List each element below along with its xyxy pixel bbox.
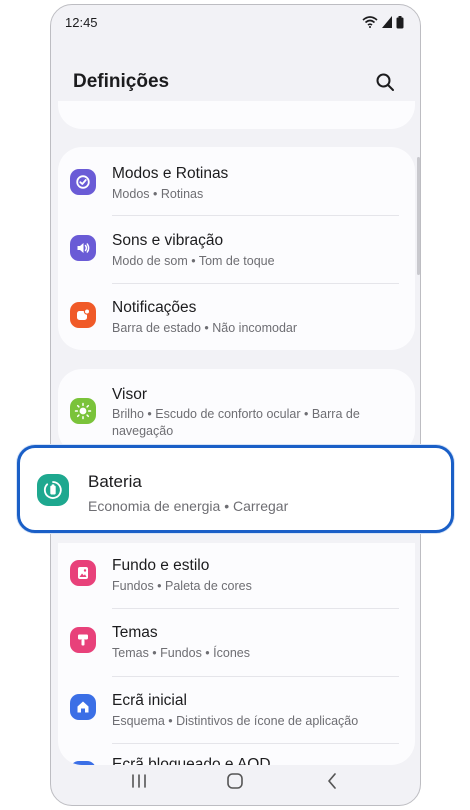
settings-item-title: Visor: [112, 386, 148, 403]
back-button[interactable]: [312, 764, 352, 798]
settings-group-b: Visor Brilho • Escudo de conforto ocular…: [58, 369, 415, 454]
settings-item-title: Fundo e estilo: [112, 557, 210, 574]
settings-item-title: Sons e vibração: [112, 232, 224, 249]
settings-item-title: Notificações: [112, 299, 197, 316]
settings-item-sounds-vibration[interactable]: Sons e vibração Modo de som • Tom de toq…: [58, 215, 415, 282]
speaker-icon: [70, 235, 96, 261]
sun-icon: [70, 398, 96, 424]
wifi-icon: [362, 16, 378, 28]
settings-item-title: Ecrã inicial: [112, 692, 187, 709]
recent-apps-button[interactable]: [119, 764, 159, 798]
settings-item-subtitle: Fundos • Paleta de cores: [112, 579, 252, 593]
settings-item-wallpaper-style[interactable]: Fundo e estilo Fundos • Paleta de cores: [58, 543, 415, 610]
signal-icon: [382, 16, 392, 28]
settings-item-subtitle: Esquema • Distintivos de ícone de aplica…: [112, 714, 359, 728]
settings-item-home-screen[interactable]: Ecrã inicial Esquema • Distintivos de íc…: [58, 676, 415, 743]
settings-item-title: Modos e Rotinas: [112, 165, 229, 182]
previous-group-card: [58, 101, 415, 129]
settings-item-modes-routines[interactable]: Modos e Rotinas Modos • Rotinas: [58, 147, 415, 214]
settings-group-a: Modos e Rotinas Modos • Rotinas Sons e v…: [58, 147, 415, 350]
wallpaper-icon: [70, 560, 96, 586]
battery-status-icon: [396, 15, 404, 28]
battery-icon: [37, 474, 69, 506]
routine-check-icon: [70, 169, 96, 195]
status-icons: [362, 15, 404, 29]
settings-item-subtitle: Modos • Rotinas: [112, 187, 204, 201]
settings-item-subtitle: Brilho • Escudo de conforto ocular • Bar…: [112, 407, 360, 438]
notification-icon: [70, 302, 96, 328]
search-icon: [376, 73, 394, 91]
settings-item-display[interactable]: Visor Brilho • Escudo de conforto ocular…: [58, 369, 415, 454]
settings-item-subtitle: Barra de estado • Não incomodar: [112, 321, 298, 335]
page-title: Definições: [73, 71, 170, 92]
settings-item-themes[interactable]: Temas Temas • Fundos • Ícones: [58, 608, 415, 675]
theme-brush-icon: [70, 627, 96, 653]
settings-item-battery[interactable]: Bateria Economia de energia • Carregar: [17, 445, 454, 533]
settings-item-subtitle: Economia de energia • Carregar: [88, 498, 289, 514]
settings-item-subtitle: Modo de som • Tom de toque: [112, 254, 275, 268]
home-circle-icon: [227, 773, 244, 789]
home-icon: [70, 694, 96, 720]
search-button[interactable]: [370, 67, 400, 97]
header: Definições: [51, 57, 420, 107]
settings-item-title: Bateria: [88, 472, 142, 491]
home-button[interactable]: [215, 764, 255, 798]
status-time: 12:45: [65, 14, 98, 30]
back-chevron-icon: [327, 773, 336, 789]
navigation-bar: [51, 757, 420, 805]
phone-screen: 12:45 Definições Modos e Rotinas Modos •…: [50, 4, 421, 806]
settings-item-title: Temas: [112, 624, 158, 641]
recent-apps-icon: [132, 774, 146, 788]
status-bar: 12:45: [51, 5, 420, 39]
settings-item-notifications[interactable]: Notificações Barra de estado • Não incom…: [58, 283, 415, 350]
settings-item-subtitle: Temas • Fundos • Ícones: [112, 646, 250, 660]
settings-group-c: Fundo e estilo Fundos • Paleta de cores …: [58, 543, 415, 765]
scroll-indicator[interactable]: [417, 157, 420, 275]
